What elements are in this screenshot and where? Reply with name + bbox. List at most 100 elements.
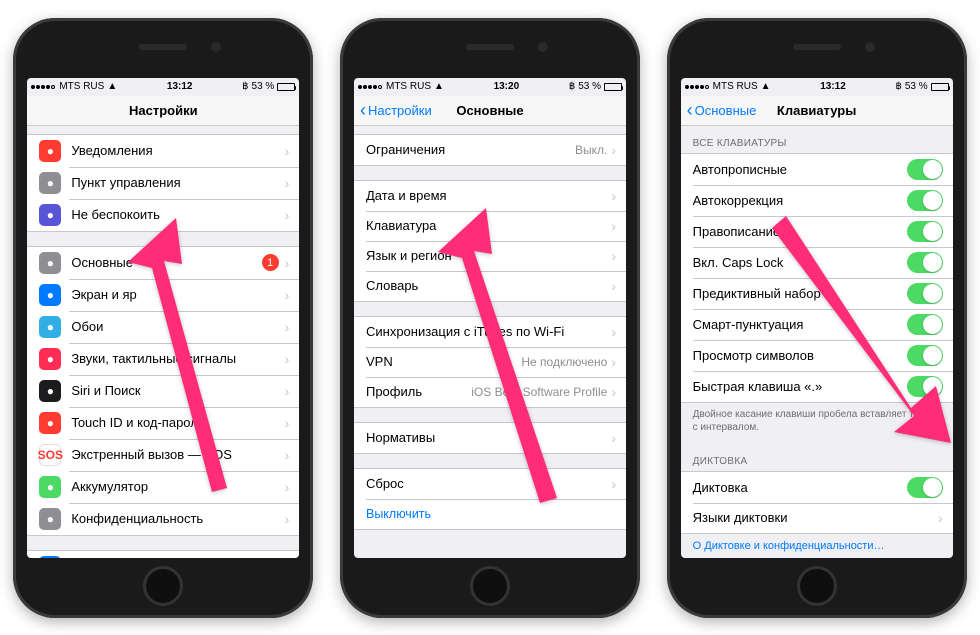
settings-row[interactable]: Автопрописные	[681, 154, 953, 185]
settings-row[interactable]: Автокоррекция	[681, 185, 953, 216]
chevron-right-icon: ›	[611, 278, 616, 294]
chevron-right-icon: ›	[611, 354, 616, 370]
settings-row[interactable]: ОграниченияВыкл.›	[354, 135, 626, 165]
settings-row-flower-icon[interactable]: ●Обои›	[27, 311, 299, 343]
settings-row[interactable]: Правописание	[681, 216, 953, 247]
row-label: Экстренный вызов — SOS	[71, 447, 284, 462]
row-value: iOS Beta Software Profile	[471, 385, 607, 399]
settings-row[interactable]: Дата и время›	[354, 181, 626, 211]
settings-row[interactable]: Диктовка	[681, 472, 953, 503]
settings-row-moon-icon[interactable]: ● Не беспокоить›	[27, 199, 299, 231]
page-title: Настройки	[27, 103, 299, 118]
chevron-right-icon: ›	[285, 175, 290, 191]
row-label: Уведомления	[71, 143, 284, 158]
chevron-right-icon: ›	[285, 143, 290, 159]
settings-row[interactable]: ПрофильiOS Beta Software Profile›	[354, 377, 626, 407]
settings-row[interactable]: Просмотр символов	[681, 340, 953, 371]
battery-icon: ●	[39, 476, 61, 498]
toggle-switch[interactable]	[907, 190, 943, 211]
row-label: Правописание	[693, 224, 907, 239]
bluetooth-icon: ฿	[569, 81, 575, 92]
carrier-label: MTS RUS	[713, 81, 758, 92]
moon-icon: ●	[39, 204, 61, 226]
status-bar: MTS RUS ▲ 13:12 ฿ 53 %	[681, 78, 953, 96]
toggle-switch[interactable]	[907, 221, 943, 242]
toggle-switch[interactable]	[907, 345, 943, 366]
navbar: ‹Настройки Основные	[354, 96, 626, 126]
chevron-right-icon: ›	[611, 142, 616, 158]
settings-row[interactable]: VPNНе подключено›	[354, 347, 626, 377]
settings-row-appstore-icon[interactable]: ●iTunes Store и App Store›	[27, 551, 299, 558]
row-label: Обои	[71, 319, 284, 334]
settings-row[interactable]: Клавиатура›	[354, 211, 626, 241]
settings-row[interactable]: Выключить	[354, 499, 626, 529]
privacy-link[interactable]: О Диктовке и конфиденциальности…	[693, 539, 941, 553]
row-label: Аккумулятор	[71, 479, 284, 494]
row-label: Выключить	[366, 507, 431, 521]
row-value: Не подключено	[521, 355, 607, 369]
flower-icon: ●	[39, 316, 61, 338]
home-button[interactable]	[797, 566, 837, 606]
carrier-label: MTS RUS	[386, 81, 431, 92]
settings-row-battery-icon[interactable]: ●Аккумулятор›	[27, 471, 299, 503]
settings-row-gear-icon[interactable]: ●Основные1›	[27, 247, 299, 279]
toggle-switch[interactable]	[907, 283, 943, 304]
signal-icon	[31, 81, 56, 92]
settings-row-toggles-icon[interactable]: ●Пункт управления›	[27, 167, 299, 199]
toggle-switch[interactable]	[907, 252, 943, 273]
toggle-switch[interactable]	[907, 376, 943, 397]
settings-row[interactable]: Нормативы›	[354, 423, 626, 453]
settings-row[interactable]: Быстрая клавиша «.»	[681, 371, 953, 402]
chevron-right-icon: ›	[285, 383, 290, 399]
row-label: Дата и время	[366, 188, 611, 203]
battery-pct: 53 %	[578, 81, 601, 92]
clock: 13:20	[494, 81, 520, 92]
chevron-right-icon: ›	[611, 430, 616, 446]
settings-row[interactable]: Словарь›	[354, 271, 626, 301]
row-label: Не беспокоить	[71, 207, 284, 222]
toggle-switch[interactable]	[907, 159, 943, 180]
badge: 1	[262, 254, 279, 271]
settings-row-bell-icon[interactable]: ● Уведомления›	[27, 135, 299, 167]
home-button[interactable]	[143, 566, 183, 606]
settings-row[interactable]: Языки диктовки›	[681, 503, 953, 533]
chevron-right-icon: ›	[611, 248, 616, 264]
settings-row-sound-icon[interactable]: ●Звуки, тактильные сигналы›	[27, 343, 299, 375]
row-label: Экран и яр	[71, 287, 284, 302]
settings-row[interactable]: Сброс›	[354, 469, 626, 499]
home-button[interactable]	[470, 566, 510, 606]
settings-row[interactable]: Предиктивный набор	[681, 278, 953, 309]
bell-icon: ●	[39, 140, 61, 162]
chevron-right-icon: ›	[285, 415, 290, 431]
row-label: Вкл. Caps Lock	[693, 255, 907, 270]
text-size-icon: ●	[39, 284, 61, 306]
chevron-right-icon: ›	[611, 476, 616, 492]
row-label: Язык и регион	[366, 248, 611, 263]
row-label: Языки диктовки	[693, 510, 938, 525]
bluetooth-icon: ฿	[895, 81, 901, 92]
toggle-switch[interactable]	[907, 477, 943, 498]
page-title: Клавиатуры	[681, 103, 953, 118]
settings-row[interactable]: Язык и регион›	[354, 241, 626, 271]
settings-row[interactable]: Вкл. Caps Lock	[681, 247, 953, 278]
bluetooth-icon: ฿	[242, 81, 248, 92]
settings-row[interactable]: Смарт-пунктуация	[681, 309, 953, 340]
row-label: Звуки, тактильные сигналы	[71, 351, 284, 366]
hand-icon: ●	[39, 508, 61, 530]
chevron-right-icon: ›	[285, 255, 290, 271]
settings-row-text-size-icon[interactable]: ●Экран и яр›	[27, 279, 299, 311]
settings-row-hand-icon[interactable]: ●Конфиденциальность›	[27, 503, 299, 535]
settings-row[interactable]: Синхронизация с iTunes по Wi-Fi›	[354, 317, 626, 347]
toggle-switch[interactable]	[907, 314, 943, 335]
row-label: Пункт управления	[71, 175, 284, 190]
section-header: ВСЕ КЛАВИАТУРЫ	[681, 134, 953, 153]
settings-row-siri-icon[interactable]: ●Siri и Поиск›	[27, 375, 299, 407]
signal-icon	[685, 81, 710, 92]
row-label: Предиктивный набор	[693, 286, 907, 301]
clock: 13:12	[167, 81, 193, 92]
row-label: Словарь	[366, 278, 611, 293]
chevron-right-icon: ›	[285, 207, 290, 223]
settings-row-fingerprint-icon[interactable]: ●Touch ID и код-пароль›	[27, 407, 299, 439]
settings-row-sos-icon[interactable]: SOSЭкстренный вызов — SOS›	[27, 439, 299, 471]
appstore-icon: ●	[39, 556, 61, 558]
